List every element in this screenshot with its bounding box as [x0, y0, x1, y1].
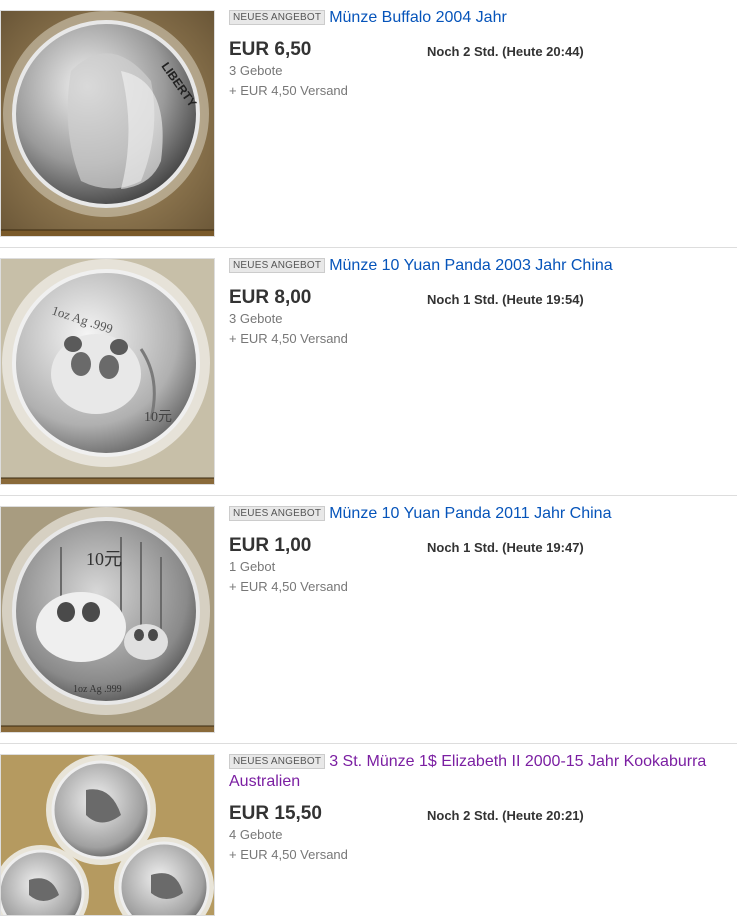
price: EUR 15,50	[229, 803, 322, 824]
listing-item[interactable]: LIBERTY NEUES ANGEBOT Münze Buffalo 2004 …	[0, 0, 737, 248]
time-left: Noch 2 Std. (Heute 20:44)	[427, 44, 584, 59]
bid-count: 3 Gebote	[229, 311, 283, 326]
price: EUR 1,00	[229, 535, 312, 556]
new-listing-badge: NEUES ANGEBOT	[229, 506, 326, 521]
new-listing-badge: NEUES ANGEBOT	[229, 754, 326, 769]
new-listing-badge: NEUES ANGEBOT	[229, 258, 326, 273]
listing-item[interactable]: 1oz Ag .999 10元 NEUES ANGEBOT Münze 10 Yu…	[0, 248, 737, 496]
bid-count: 4 Gebote	[229, 827, 283, 842]
listing-image-panda-2011-coin[interactable]: 10元 1oz Ag .999	[0, 506, 215, 733]
time-left: Noch 2 Std. (Heute 20:21)	[427, 808, 584, 823]
listing-item[interactable]: 10元 1oz Ag .999 NEUES ANGEBOT Münze 10 Yu…	[0, 496, 737, 744]
coin-denomination: 10元	[144, 410, 172, 425]
bid-count: 1 Gebot	[229, 559, 276, 574]
coin-denomination: 10元	[86, 549, 122, 569]
shipping-cost: + EUR 4,50 Versand	[229, 579, 348, 594]
price: EUR 8,00	[229, 287, 312, 308]
listing-image-kookaburra-coins[interactable]	[0, 754, 215, 916]
listing-title-link[interactable]: Münze Buffalo 2004 Jahr	[329, 9, 507, 26]
new-listing-badge: NEUES ANGEBOT	[229, 10, 326, 25]
listing-item[interactable]: NEUES ANGEBOT 3 St. Münze 1$ Elizabeth II…	[0, 744, 737, 916]
bid-count: 3 Gebote	[229, 63, 283, 78]
coin-inscription: 1oz Ag .999	[73, 684, 122, 695]
time-left: Noch 1 Std. (Heute 19:47)	[427, 540, 584, 555]
shipping-cost: + EUR 4,50 Versand	[229, 331, 348, 346]
listing-image-panda-2003-coin[interactable]: 1oz Ag .999 10元	[0, 258, 215, 485]
time-left: Noch 1 Std. (Heute 19:54)	[427, 292, 584, 307]
listing-title-link[interactable]: Münze 10 Yuan Panda 2011 Jahr China	[329, 505, 611, 522]
price: EUR 6,50	[229, 39, 312, 60]
listing-image-buffalo-coin[interactable]: LIBERTY	[0, 10, 215, 237]
shipping-cost: + EUR 4,50 Versand	[229, 83, 348, 98]
shipping-cost: + EUR 4,50 Versand	[229, 847, 348, 862]
listing-title-link[interactable]: Münze 10 Yuan Panda 2003 Jahr China	[329, 257, 612, 274]
